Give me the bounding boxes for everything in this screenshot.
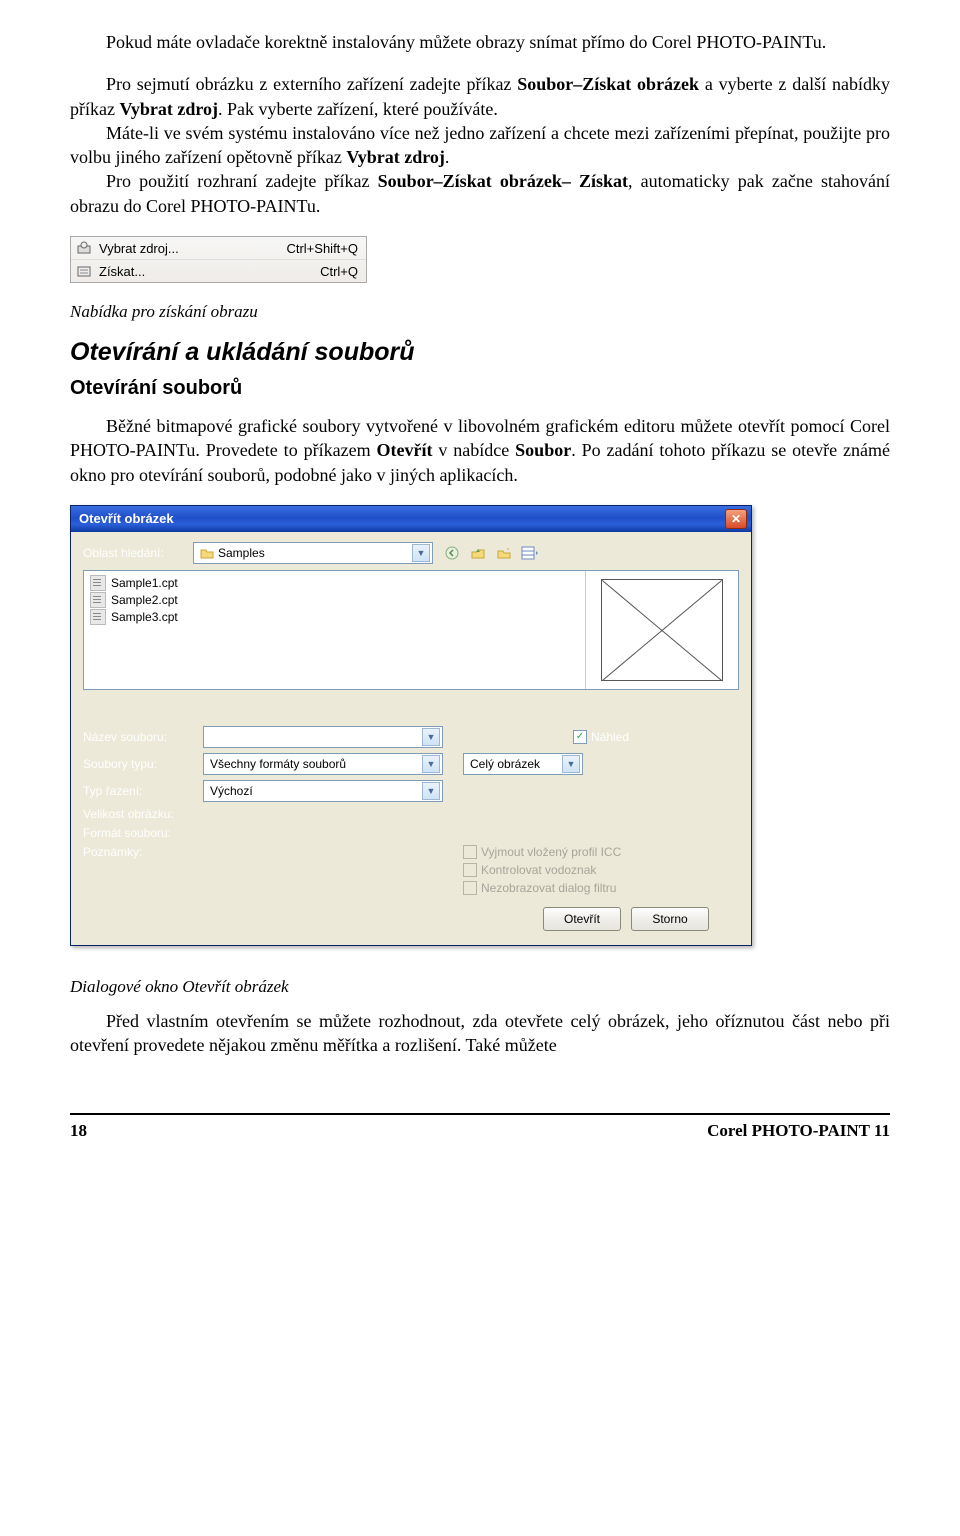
text: v nabídce: [432, 440, 515, 460]
preview-pane: [585, 571, 738, 689]
filetype-combo[interactable]: Všechny formáty souborů ▼: [203, 753, 443, 775]
icc-checkbox: Vyjmout vložený profil ICC: [463, 845, 621, 859]
menu-item-acquire[interactable]: Získat... Ctrl+Q: [71, 260, 366, 282]
file-icon: [90, 609, 106, 625]
watermark-checkbox: Kontrolovat vodoznak: [463, 863, 621, 877]
button-label: Otevřít: [564, 912, 600, 926]
heading-open: Otevírání souborů: [70, 377, 890, 400]
menu-item-label: Vybrat zdroj...: [99, 241, 179, 256]
command-ref: Vybrat zdroj: [119, 99, 218, 119]
full-value: Celý obrázek: [470, 757, 540, 771]
chevron-down-icon[interactable]: ▼: [422, 755, 440, 773]
button-label: Storno: [652, 912, 687, 926]
notes-label: Poznámky:: [83, 845, 193, 859]
command-ref: Vybrat zdroj: [346, 147, 445, 167]
file-icon: [90, 575, 106, 591]
command-ref: Soubor: [515, 440, 571, 460]
close-icon[interactable]: ✕: [725, 509, 747, 529]
text: Pro použití rozhraní zadejte příkaz: [106, 171, 378, 191]
lookin-value: Samples: [218, 546, 265, 560]
sort-label: Typ řazení:: [83, 784, 193, 798]
lookin-combo[interactable]: Samples ▼: [193, 542, 433, 564]
folder-icon: [200, 547, 214, 559]
caption-dialog: Dialogové okno Otevřít obrázek: [70, 976, 890, 999]
menu-item-shortcut: Ctrl+Shift+Q: [286, 241, 358, 256]
text: Máte-li ve svém systému instalováno více…: [70, 123, 890, 167]
sort-value: Výchozí: [210, 784, 253, 798]
page-number: 18: [70, 1121, 87, 1141]
file-item[interactable]: Sample1.cpt: [90, 575, 579, 592]
paragraph-3: Máte-li ve svém systému instalováno více…: [70, 121, 890, 170]
open-button[interactable]: Otevřít: [543, 907, 621, 931]
back-icon[interactable]: [443, 544, 461, 562]
full-image-combo[interactable]: Celý obrázek ▼: [463, 753, 583, 775]
source-icon: [75, 239, 93, 257]
dialog-titlebar: Otevřít obrázek ✕: [71, 506, 751, 532]
views-icon[interactable]: [521, 544, 539, 562]
file-name: Sample1.cpt: [111, 576, 178, 590]
menu-snippet: Vybrat zdroj... Ctrl+Shift+Q Získat... C…: [70, 236, 367, 283]
command-ref: Otevřít: [376, 440, 432, 460]
text: Pro sejmutí obrázku z externího zařízení…: [106, 74, 517, 94]
filename-label: Název souboru:: [83, 730, 193, 744]
up-icon[interactable]: [469, 544, 487, 562]
menu-item-label: Získat...: [99, 264, 145, 279]
chevron-down-icon[interactable]: ▼: [422, 782, 440, 800]
caption-menu: Nabídka pro získání obrazu: [70, 301, 890, 324]
heading-open-save: Otevírání a ukládání souborů: [70, 338, 890, 367]
paragraph-1: Pokud máte ovladače korektně instalovány…: [70, 30, 890, 54]
sort-combo[interactable]: Výchozí ▼: [203, 780, 443, 802]
open-image-dialog: Otevřít obrázek ✕ Oblast hledání: Sample…: [70, 505, 752, 946]
paragraph-2: Pro sejmutí obrázku z externího zařízení…: [70, 72, 890, 121]
checkbox-label: Kontrolovat vodoznak: [481, 863, 596, 877]
filter-dialog-checkbox: Nezobrazovat dialog filtru: [463, 881, 621, 895]
product-name: Corel PHOTO-PAINT 11: [707, 1121, 890, 1141]
cancel-button[interactable]: Storno: [631, 907, 709, 931]
command-ref: Soubor–Získat obrázek: [517, 74, 699, 94]
paragraph-5: Běžné bitmapové grafické soubory vytvoře…: [70, 414, 890, 487]
filetype-label: Soubory typu:: [83, 757, 193, 771]
format-label: Formát souboru:: [83, 826, 193, 840]
file-item[interactable]: Sample3.cpt: [90, 609, 579, 626]
file-name: Sample3.cpt: [111, 610, 178, 624]
preview-placeholder: [601, 579, 723, 681]
text: . Pak vyberte zařízení, které používáte.: [218, 99, 498, 119]
file-list[interactable]: Sample1.cpt Sample2.cpt Sample3.cpt: [83, 570, 739, 690]
chevron-down-icon[interactable]: ▼: [422, 728, 440, 746]
command-ref: Soubor–Získat obrázek– Získat: [378, 171, 628, 191]
filename-input[interactable]: ▼: [203, 726, 443, 748]
menu-item-select-source[interactable]: Vybrat zdroj... Ctrl+Shift+Q: [71, 237, 366, 260]
menu-item-shortcut: Ctrl+Q: [320, 264, 358, 279]
size-label: Velikost obrázku:: [83, 807, 193, 821]
file-name: Sample2.cpt: [111, 593, 178, 607]
chevron-down-icon[interactable]: ▼: [412, 544, 430, 562]
checkbox-label: Vyjmout vložený profil ICC: [481, 845, 621, 859]
acquire-icon: [75, 262, 93, 280]
chevron-down-icon[interactable]: ▼: [562, 755, 580, 773]
paragraph-6: Před vlastním otevřením se můžete rozhod…: [70, 1009, 890, 1058]
checkbox-label: Náhled: [591, 730, 629, 744]
paragraph-4: Pro použití rozhraní zadejte příkaz Soub…: [70, 169, 890, 218]
file-item[interactable]: Sample2.cpt: [90, 592, 579, 609]
new-folder-icon[interactable]: [495, 544, 513, 562]
page-footer: 18 Corel PHOTO-PAINT 11: [70, 1113, 890, 1141]
preview-checkbox[interactable]: ✓Náhled: [573, 730, 629, 744]
text: .: [445, 147, 450, 167]
lookin-label: Oblast hledání:: [83, 546, 193, 560]
file-icon: [90, 592, 106, 608]
dialog-title: Otevřít obrázek: [79, 511, 174, 526]
filetype-value: Všechny formáty souborů: [210, 757, 346, 771]
checkbox-label: Nezobrazovat dialog filtru: [481, 881, 616, 895]
